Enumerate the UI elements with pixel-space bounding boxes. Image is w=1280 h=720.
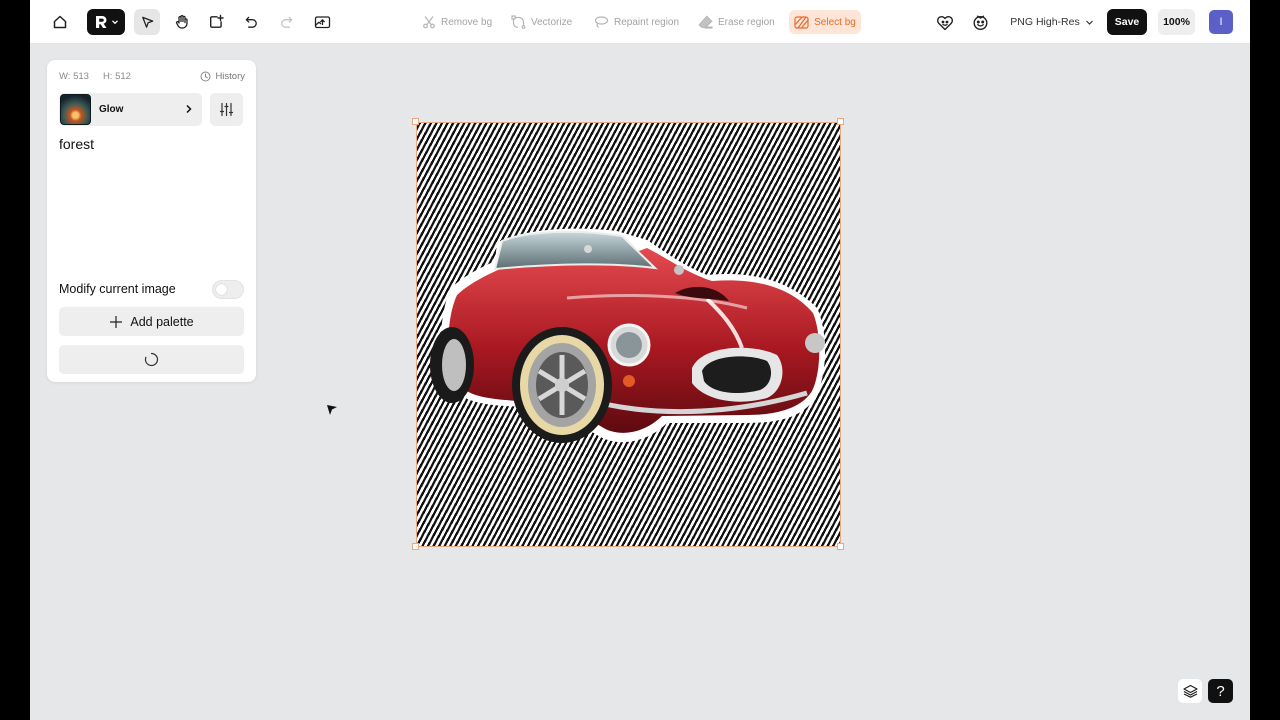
resize-handle-top-right[interactable] bbox=[837, 118, 844, 125]
upload-image-button[interactable] bbox=[309, 9, 335, 35]
history-button[interactable]: History bbox=[200, 69, 245, 83]
home-icon bbox=[53, 15, 67, 29]
layers-icon bbox=[1182, 684, 1198, 698]
repaint-region-label: Repaint region bbox=[614, 16, 680, 28]
top-toolbar: Remove bg Vectorize Repaint region Erase… bbox=[30, 0, 1250, 44]
width-label: W: 513 bbox=[59, 71, 89, 82]
model-logo-icon bbox=[96, 16, 107, 28]
lasso-brush-icon bbox=[594, 16, 609, 28]
image-dimensions: W: 513 H: 512 bbox=[59, 71, 131, 82]
car-image bbox=[430, 228, 826, 443]
add-palette-button[interactable]: Add palette bbox=[59, 307, 244, 336]
save-button[interactable]: Save bbox=[1107, 9, 1147, 35]
resize-handle-top-left[interactable] bbox=[412, 118, 419, 125]
redo-icon bbox=[280, 16, 292, 28]
undo-button[interactable] bbox=[238, 9, 264, 35]
select-bg-label: Select bg bbox=[814, 16, 856, 28]
generation-panel: W: 513 H: 512 History Glow forest Modify… bbox=[47, 60, 256, 382]
pointer-icon bbox=[141, 16, 153, 28]
scissors-icon bbox=[423, 16, 435, 29]
style-selector[interactable]: Glow bbox=[59, 93, 202, 126]
frame-plus-icon bbox=[210, 14, 224, 28]
repaint-region-button[interactable]: Repaint region bbox=[592, 9, 681, 35]
style-thumbnail bbox=[60, 94, 91, 125]
generate-button[interactable] bbox=[59, 345, 244, 374]
clock-icon bbox=[200, 71, 211, 81]
chevron-down-icon bbox=[112, 20, 118, 25]
add-palette-label: Add palette bbox=[130, 314, 194, 329]
help-button[interactable]: ? bbox=[1208, 679, 1233, 703]
export-format-label: PNG High-Res bbox=[1010, 16, 1080, 28]
select-bg-icon bbox=[794, 15, 809, 29]
style-settings-button[interactable] bbox=[210, 93, 243, 126]
modify-image-toggle[interactable] bbox=[212, 280, 244, 299]
undo-icon bbox=[245, 16, 257, 28]
pan-tool-button[interactable] bbox=[169, 9, 195, 35]
canvas-image[interactable] bbox=[416, 122, 841, 547]
smiley-icon bbox=[972, 15, 988, 30]
select-bg-button[interactable]: Select bg bbox=[789, 10, 861, 34]
feedback-button[interactable] bbox=[967, 9, 993, 35]
eraser-icon bbox=[698, 15, 713, 29]
vector-pen-icon bbox=[511, 15, 526, 29]
loading-spinner-icon bbox=[144, 352, 159, 367]
history-label: History bbox=[215, 70, 245, 82]
upload-image-icon bbox=[314, 16, 330, 29]
remove-bg-button[interactable]: Remove bg bbox=[420, 9, 494, 35]
vectorize-button[interactable]: Vectorize bbox=[509, 9, 574, 35]
user-avatar[interactable]: I bbox=[1209, 10, 1233, 34]
erase-region-label: Erase region bbox=[718, 16, 775, 28]
redo-button[interactable] bbox=[273, 9, 299, 35]
export-format-select[interactable]: PNG High-Res bbox=[1008, 9, 1096, 35]
question-icon: ? bbox=[1216, 682, 1225, 700]
select-tool-button[interactable] bbox=[134, 9, 160, 35]
home-button[interactable] bbox=[47, 9, 73, 35]
editor-app: Remove bg Vectorize Repaint region Erase… bbox=[30, 0, 1250, 720]
plus-icon bbox=[110, 315, 123, 328]
zoom-level-button[interactable]: 100% bbox=[1158, 9, 1195, 35]
style-name: Glow bbox=[99, 104, 124, 115]
hand-icon bbox=[175, 14, 188, 29]
add-frame-button[interactable] bbox=[203, 9, 229, 35]
layers-button[interactable] bbox=[1178, 679, 1202, 703]
erase-region-button[interactable]: Erase region bbox=[696, 9, 777, 35]
chevron-right-icon bbox=[186, 104, 192, 114]
height-label: H: 512 bbox=[102, 71, 131, 82]
modify-image-label: Modify current image bbox=[59, 282, 176, 296]
resize-handle-bottom-right[interactable] bbox=[837, 543, 844, 550]
sliders-icon bbox=[219, 102, 234, 117]
remove-bg-label: Remove bg bbox=[441, 16, 493, 28]
mouse-cursor-icon bbox=[327, 405, 337, 415]
resize-handle-bottom-left[interactable] bbox=[412, 543, 419, 550]
prompt-input[interactable]: forest bbox=[59, 136, 94, 152]
favorites-button[interactable] bbox=[932, 9, 958, 35]
model-selector-button[interactable] bbox=[87, 9, 125, 35]
chevron-down-icon bbox=[1085, 20, 1093, 25]
heart-face-icon bbox=[936, 15, 954, 30]
vectorize-label: Vectorize bbox=[531, 16, 573, 28]
